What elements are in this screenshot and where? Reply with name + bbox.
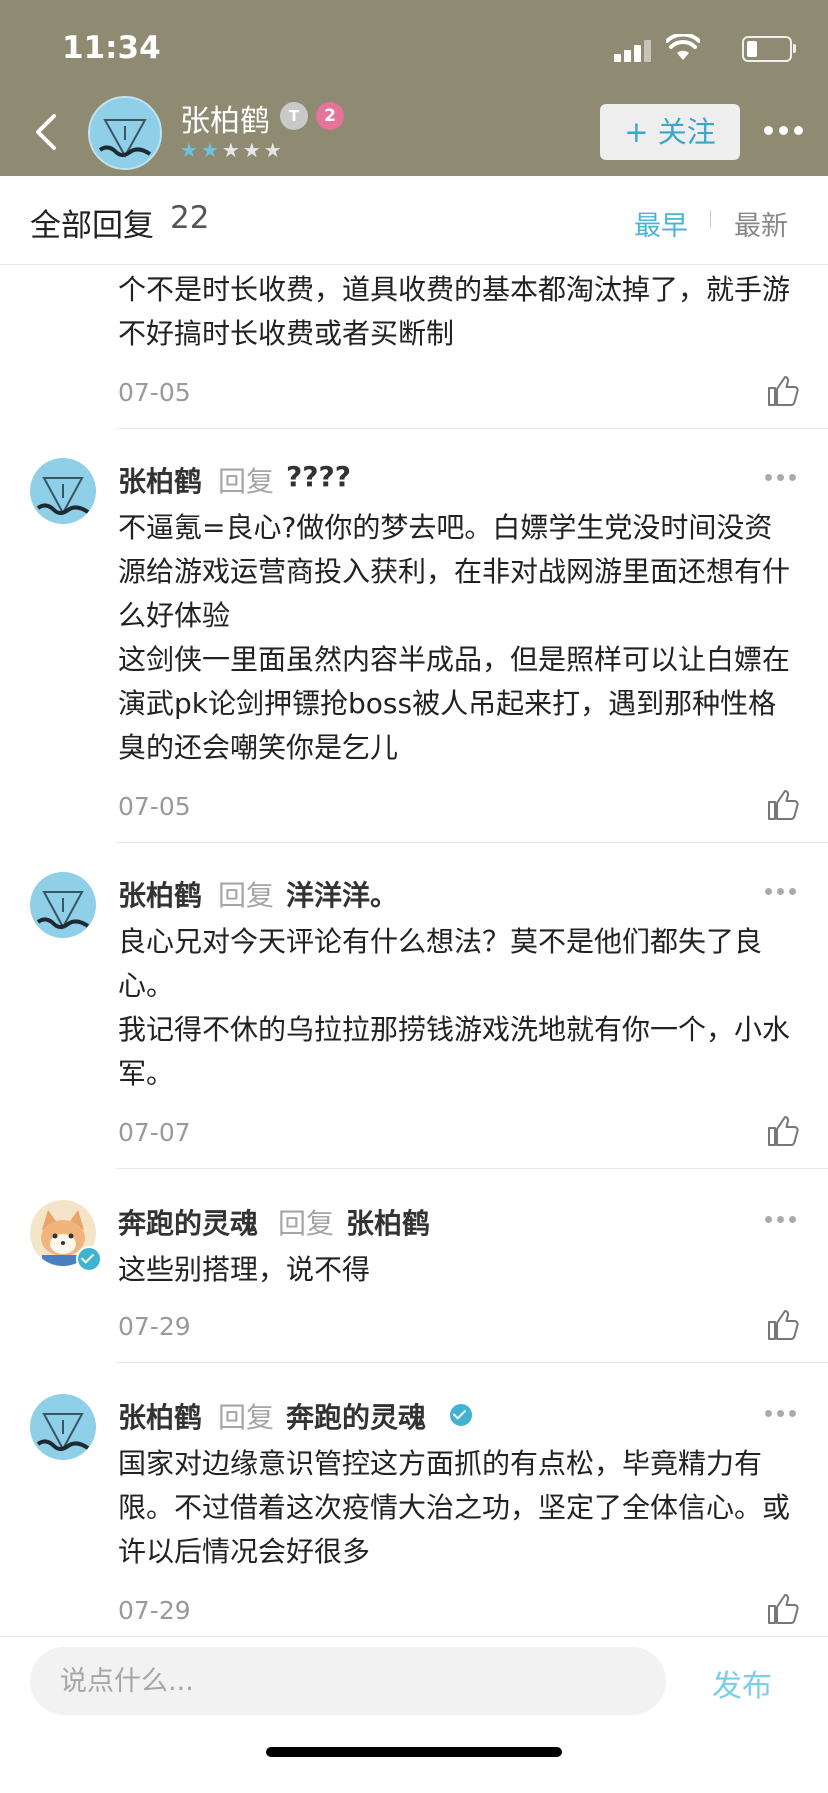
like-icon[interactable]: [766, 1114, 800, 1148]
like-icon[interactable]: [766, 1308, 800, 1342]
star-icon: ★: [263, 138, 285, 162]
reply-target[interactable]: ????: [286, 460, 351, 493]
publish-button[interactable]: 发布: [712, 1661, 772, 1705]
sort-newest-tab[interactable]: 最新: [734, 204, 788, 243]
comment-text: 良心兄对今天评论有什么想法？莫不是他们都失了良心。 我记得不休的乌拉拉那捞钱游戏…: [118, 925, 791, 1090]
comment-input[interactable]: [30, 1647, 666, 1715]
comment-text: 国家对边缘意识管控这方面抓的有点松，毕竟精力有限。不过借着这次疫情大治之功，坚定…: [118, 1447, 791, 1568]
reply-label: 回复: [218, 465, 275, 498]
comment-avatar[interactable]: [30, 872, 96, 938]
verified-icon: [76, 1246, 102, 1272]
star-icon: ★: [242, 138, 264, 162]
back-button[interactable]: [26, 108, 66, 156]
star-icon: ★: [180, 138, 201, 162]
verified-icon: [448, 1402, 474, 1428]
comment-date: 07-29: [118, 1312, 191, 1341]
reply-label: 回复: [218, 1401, 275, 1434]
sort-earliest-tab[interactable]: 最早: [634, 204, 688, 243]
comment-date: 07-07: [118, 1118, 191, 1147]
reply-target[interactable]: 奔跑的灵魂: [286, 1396, 426, 1436]
comment-date: 07-05: [118, 378, 191, 407]
signal-icon: [614, 38, 652, 62]
reply-target[interactable]: 洋洋洋。: [286, 874, 398, 914]
comment-author[interactable]: 张柏鹤: [118, 1396, 202, 1436]
comment-text: 不逼氪=良心?做你的梦去吧。白嫖学生党没时间没资源给游戏运营商投入获利，在非对战…: [118, 511, 791, 764]
replies-count: 22: [170, 200, 210, 236]
star-icon: ★: [200, 138, 222, 162]
replies-title: 全部回复: [30, 208, 154, 244]
comment-more-icon[interactable]: [764, 1406, 798, 1422]
comment-divider: [116, 1362, 828, 1363]
star-icon: ★: [221, 138, 243, 162]
comment-text: 个不是时长收费，道具收费的基本都淘汰掉了，就手游不好搞时长收费或者买断制: [118, 273, 791, 350]
wifi-icon: [666, 34, 700, 60]
level-badge: T: [280, 102, 308, 130]
comment-divider: [116, 842, 828, 843]
reply-label: 回复: [278, 1207, 335, 1240]
comment-avatar[interactable]: [30, 1394, 96, 1460]
like-icon[interactable]: [766, 374, 800, 408]
comment-divider: [116, 1168, 828, 1169]
sort-divider: [710, 210, 711, 228]
like-icon[interactable]: [766, 1592, 800, 1626]
count-badge: 2: [316, 102, 344, 130]
comment-more-icon[interactable]: [764, 884, 798, 900]
composer-bar: 发布: [0, 1636, 828, 1793]
comment-more-icon[interactable]: [764, 470, 798, 486]
rating-stars: ★★★★★: [180, 138, 285, 162]
comment-author[interactable]: 张柏鹤: [118, 460, 202, 500]
profile-header: 11:34 张柏鹤 T 2 ★★★★★ + 关注: [0, 0, 828, 176]
status-time: 11:34: [62, 30, 161, 66]
profile-username: 张柏鹤: [180, 104, 270, 139]
more-options-icon[interactable]: [762, 118, 806, 142]
comment-text: 这些别搭理，说不得: [118, 1253, 371, 1286]
comment-author[interactable]: 奔跑的灵魂: [118, 1202, 258, 1242]
reply-target[interactable]: 张柏鹤: [346, 1202, 430, 1242]
comment-divider: [116, 428, 828, 429]
comment-author[interactable]: 张柏鹤: [118, 874, 202, 914]
battery-icon: [742, 36, 796, 62]
home-indicator[interactable]: [266, 1747, 562, 1757]
comment-more-icon[interactable]: [764, 1212, 798, 1228]
sort-bar: 全部回复 22 最早 最新: [0, 176, 828, 265]
comment-avatar[interactable]: [30, 458, 96, 524]
reply-label: 回复: [218, 879, 275, 912]
comment-date: 07-29: [118, 1596, 191, 1625]
profile-avatar[interactable]: [88, 96, 162, 170]
comment-date: 07-05: [118, 792, 191, 821]
follow-button[interactable]: + 关注: [600, 104, 740, 160]
like-icon[interactable]: [766, 788, 800, 822]
